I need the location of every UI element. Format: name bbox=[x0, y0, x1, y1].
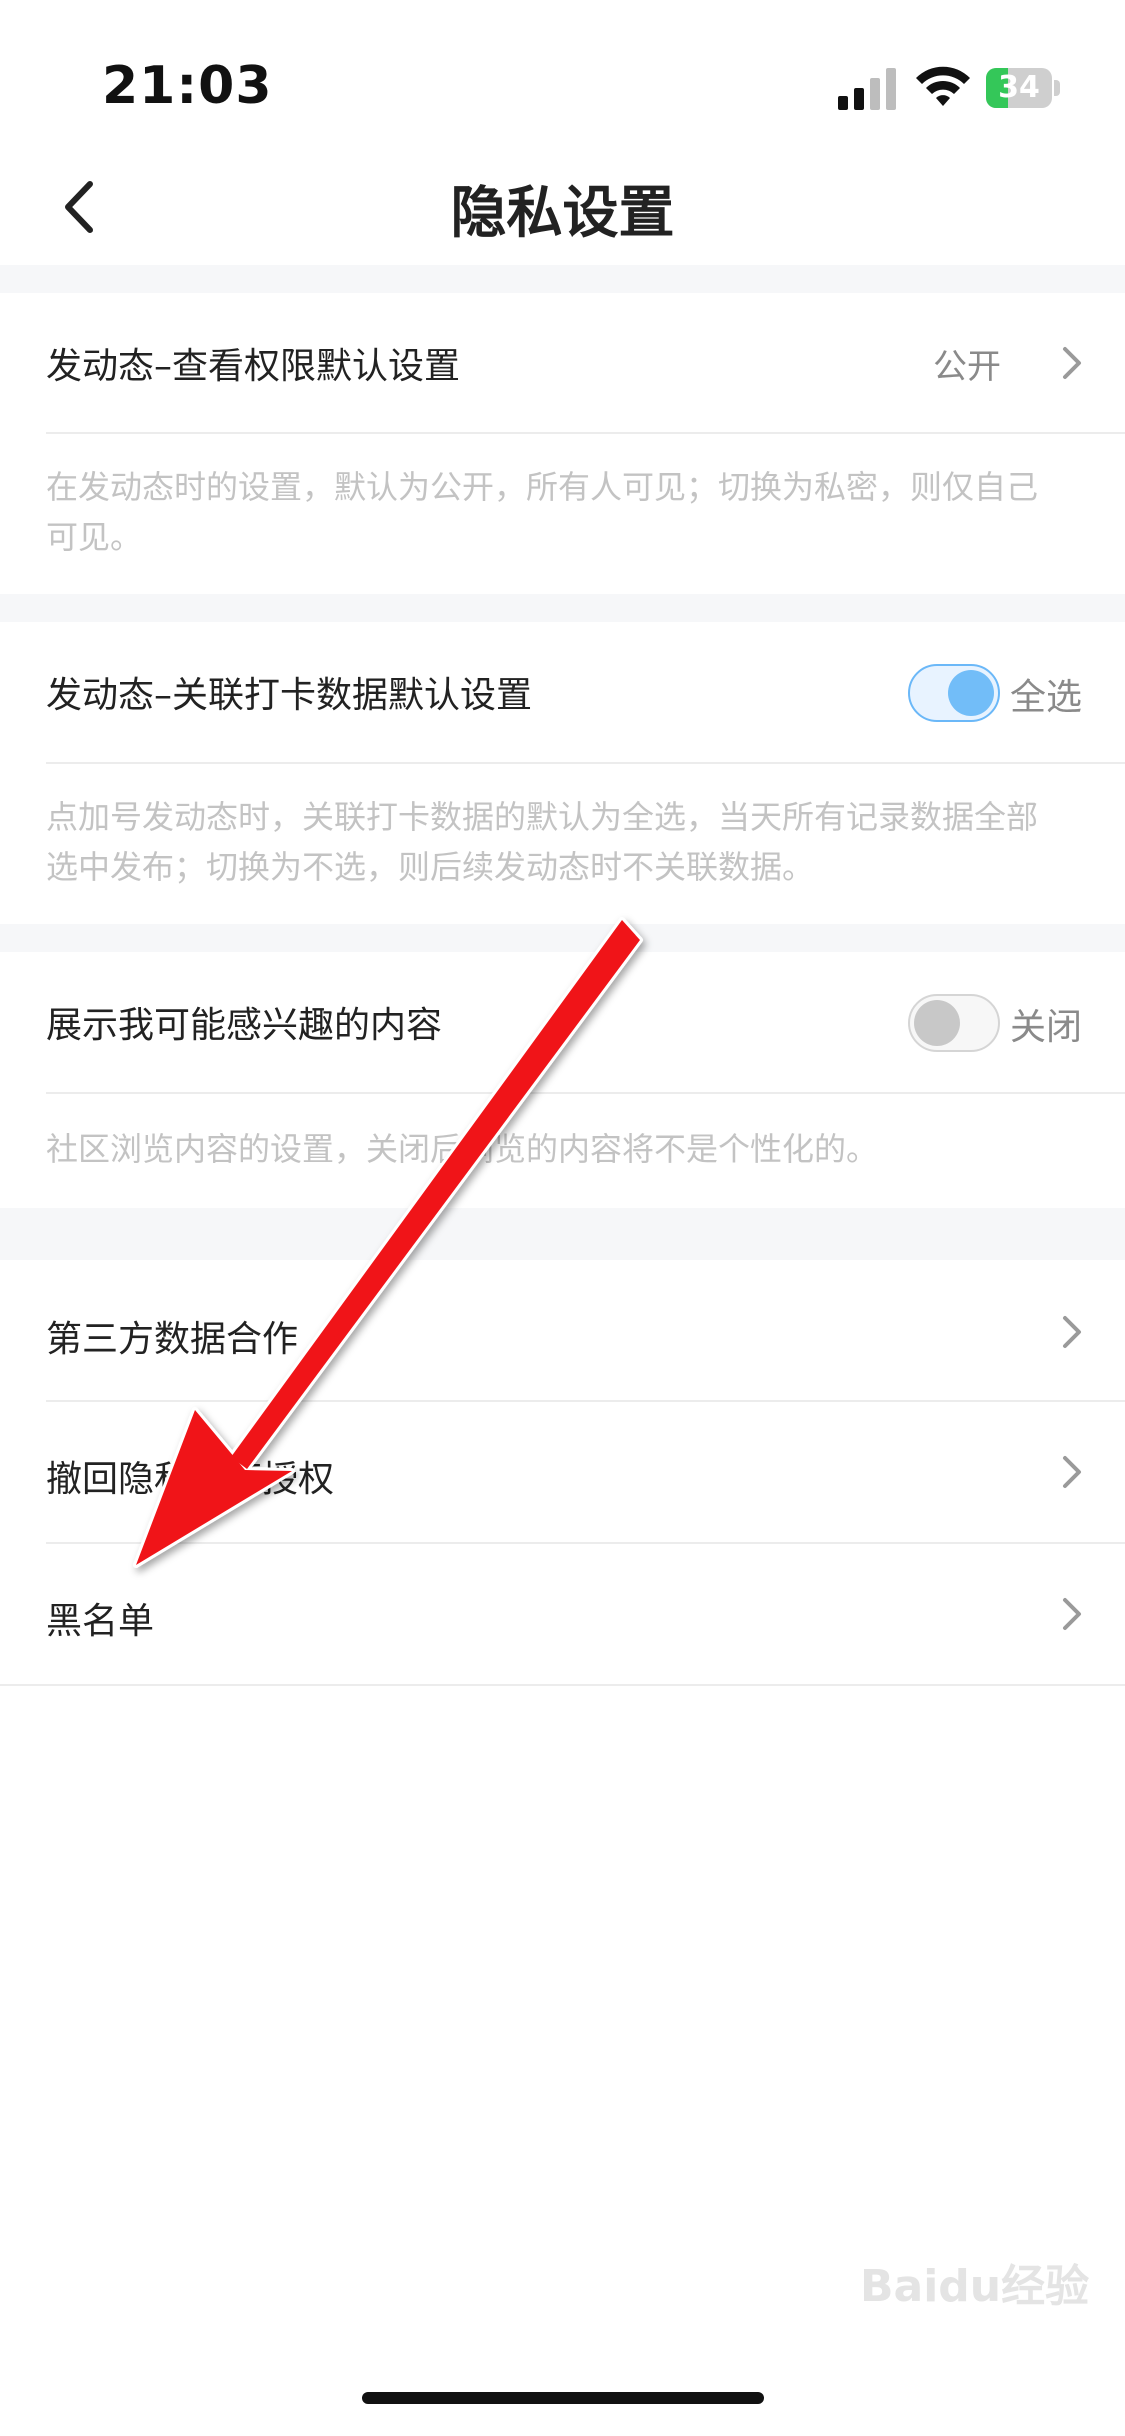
post-checkin-toggle-label: 全选 bbox=[1010, 677, 1083, 718]
post-visibility-desc-line2: 可见。 bbox=[46, 518, 143, 556]
section-gap bbox=[0, 1208, 1125, 1260]
battery-charging-icon: 34 bbox=[986, 68, 1060, 108]
chevron-right-icon bbox=[1063, 1456, 1081, 1488]
interest-content-toggle[interactable] bbox=[908, 994, 1000, 1052]
post-visibility-desc-block: 在发动态时的设置，默认为公开，所有人可见；切换为私密，则仅自己 可见。 bbox=[0, 434, 1125, 594]
post-checkin-toggle[interactable] bbox=[908, 664, 1000, 722]
interest-content-desc-block: 社区浏览内容的设置，关闭后浏览的内容将不是个性化的。 bbox=[0, 1094, 1125, 1208]
post-checkin-title: 发动态–关联打卡数据默认设置 bbox=[46, 675, 533, 716]
chevron-right-icon bbox=[1063, 1316, 1081, 1348]
page-title: 隐私设置 bbox=[450, 181, 675, 246]
battery-tip bbox=[1054, 80, 1060, 96]
chevron-right-icon bbox=[1063, 347, 1081, 379]
post-visibility-desc-line1: 在发动态时的设置，默认为公开，所有人可见；切换为私密，则仅自己 bbox=[46, 468, 1039, 506]
watermark: Baidu经验 bbox=[860, 2261, 1090, 2312]
post-checkin-desc-line2: 选中发布；切换为不选，则后续发动态时不关联数据。 bbox=[46, 848, 815, 886]
toggle-knob bbox=[914, 1000, 960, 1046]
interest-content-desc-line1: 社区浏览内容的设置，关闭后浏览的内容将不是个性化的。 bbox=[46, 1130, 879, 1168]
divider bbox=[0, 1684, 1125, 1686]
wifi-icon bbox=[916, 66, 970, 106]
status-time: 21:03 bbox=[102, 56, 273, 116]
interest-content-toggle-label: 关闭 bbox=[1010, 1007, 1083, 1048]
section-gap bbox=[0, 265, 1125, 293]
chevron-right-icon bbox=[1063, 1598, 1081, 1630]
status-bar: 21:03 34 bbox=[0, 0, 1125, 150]
section-gap bbox=[0, 924, 1125, 952]
signal-icon bbox=[838, 68, 896, 110]
battery-level: 34 bbox=[998, 70, 1040, 105]
third-party-data-label: 第三方数据合作 bbox=[46, 1319, 299, 1360]
post-checkin-desc-line1: 点加号发动态时，关联打卡数据的默认为全选，当天所有记录数据全部 bbox=[46, 798, 1039, 836]
home-indicator bbox=[362, 2392, 764, 2404]
post-visibility-value: 公开 bbox=[933, 347, 1001, 387]
revoke-privacy-label: 撤回隐私政策授权 bbox=[46, 1459, 335, 1500]
post-checkin-desc-block: 点加号发动态时，关联打卡数据的默认为全选，当天所有记录数据全部 选中发布；切换为… bbox=[0, 764, 1125, 924]
interest-content-title: 展示我可能感兴趣的内容 bbox=[46, 1005, 443, 1046]
third-party-data-row[interactable]: 第三方数据合作 bbox=[0, 1260, 1125, 1400]
battery-body: 34 bbox=[986, 68, 1052, 108]
revoke-privacy-row[interactable]: 撤回隐私政策授权 bbox=[0, 1402, 1125, 1542]
blacklist-row[interactable]: 黑名单 bbox=[0, 1544, 1125, 1684]
blacklist-label: 黑名单 bbox=[46, 1601, 155, 1642]
toggle-knob bbox=[948, 670, 994, 716]
section-gap bbox=[0, 594, 1125, 622]
post-checkin-row: 发动态–关联打卡数据默认设置 全选 bbox=[0, 622, 1125, 762]
interest-content-row: 展示我可能感兴趣的内容 关闭 bbox=[0, 952, 1125, 1092]
post-visibility-title: 发动态–查看权限默认设置 bbox=[46, 346, 461, 387]
post-visibility-row[interactable]: 发动态–查看权限默认设置 公开 bbox=[0, 293, 1125, 433]
nav-bar: 隐私设置 bbox=[0, 150, 1125, 265]
